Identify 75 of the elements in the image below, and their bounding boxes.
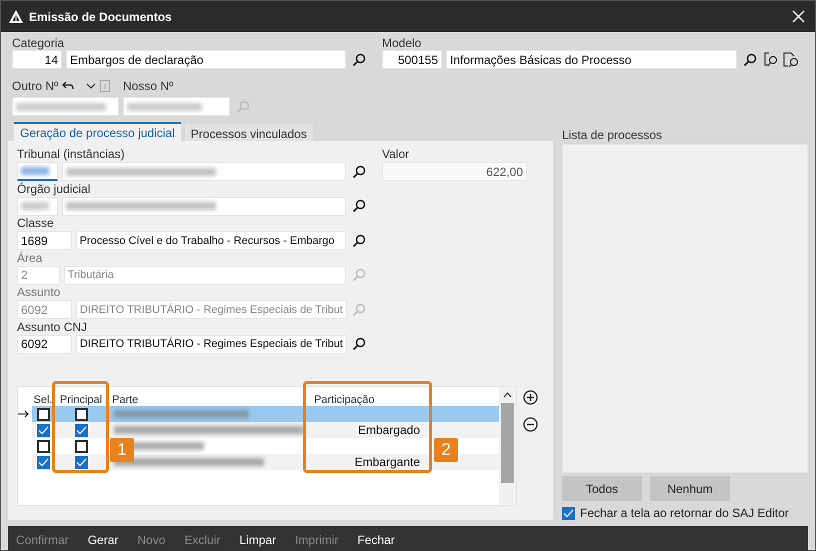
input-field[interactable]: 622,00 <box>382 162 527 181</box>
field-label: Área <box>17 250 44 264</box>
table-row[interactable]: Embargante <box>32 454 499 470</box>
field-label: Órgão judicial <box>17 182 92 196</box>
list-button[interactable]: Nenhum <box>650 476 730 501</box>
toolbar-button[interactable]: Gerar <box>88 532 118 546</box>
table-row[interactable] <box>32 406 499 422</box>
column-header: Participação <box>314 393 375 407</box>
field-label: Valor <box>382 147 410 161</box>
document-search-icon[interactable] <box>783 52 799 68</box>
checkbox[interactable] <box>74 424 88 436</box>
column-header: Principal <box>60 393 102 407</box>
input-field[interactable] <box>17 162 58 181</box>
field-label: Assunto CNJ <box>17 320 88 334</box>
close-icon[interactable] <box>792 10 805 23</box>
blurred-text <box>21 167 49 175</box>
blurred-text <box>21 202 49 210</box>
checkbox[interactable] <box>36 456 50 468</box>
app-logo-icon <box>9 10 23 23</box>
toolbar-button[interactable]: Limpar <box>239 532 276 546</box>
search-icon[interactable] <box>743 52 757 66</box>
search-icon[interactable] <box>352 52 366 66</box>
checkbox-label: Fechar a tela ao retornar do SAJ Editor <box>580 506 789 520</box>
remove-icon[interactable] <box>523 417 538 432</box>
input-field[interactable]: Processo Cível e do Trabalho - Recursos - Embargo <box>76 231 346 250</box>
field-label: Modelo <box>382 36 422 50</box>
checkbox[interactable] <box>36 408 50 420</box>
field-label: Assunto <box>17 285 62 299</box>
toolbar-button[interactable]: Fechar <box>357 532 395 546</box>
chevron-down-icon[interactable] <box>86 82 96 90</box>
add-icon[interactable] <box>523 390 538 405</box>
field-label: Tribunal (instâncias) <box>17 147 126 161</box>
checkbox[interactable] <box>74 456 88 468</box>
input-field[interactable] <box>12 97 119 116</box>
list-label: Lista de processos <box>562 128 664 142</box>
checkbox[interactable] <box>74 408 88 420</box>
input-field[interactable] <box>17 196 58 216</box>
field-label: Nosso Nº <box>123 79 174 93</box>
search-icon[interactable] <box>352 199 366 213</box>
document-search-icon[interactable] <box>763 52 779 68</box>
callout-number: 1 <box>110 438 134 462</box>
field-label: Classe <box>17 216 55 230</box>
column-header: Sel. <box>34 393 52 407</box>
search-icon[interactable] <box>352 234 366 248</box>
tab[interactable]: Processos vinculados <box>184 124 313 141</box>
search-icon[interactable] <box>352 337 366 351</box>
field-label: Outro Nº <box>12 79 58 93</box>
field-label: Categoria <box>12 36 66 50</box>
checkbox[interactable] <box>36 424 50 436</box>
input-field[interactable] <box>62 196 346 216</box>
checkbox[interactable] <box>562 506 575 520</box>
table-cell: Embargado <box>358 423 420 437</box>
input-field[interactable] <box>123 97 230 116</box>
table-row[interactable]: Embargado <box>32 422 499 438</box>
input-field[interactable]: DIREITO TRIBUTÁRIO - Regimes Especiais de Tribut <box>76 334 347 354</box>
table-cell: Embargante <box>354 455 420 469</box>
column-header: Parte <box>112 393 138 407</box>
undo-icon[interactable] <box>62 81 74 91</box>
current-row-icon <box>18 410 30 418</box>
scrollbar[interactable] <box>499 387 516 505</box>
checkbox[interactable] <box>74 440 88 452</box>
input-field[interactable]: 1689 <box>17 231 72 250</box>
input-field[interactable]: Embargos de declaração <box>66 50 346 69</box>
list-button[interactable]: Todos <box>562 476 642 501</box>
input-field[interactable]: Informações Básicas do Processo <box>446 50 737 69</box>
callout-number: 2 <box>434 438 458 462</box>
checkbox[interactable] <box>36 440 50 452</box>
input-field[interactable] <box>62 162 346 181</box>
tab[interactable]: Geração de processo judicial <box>14 122 181 141</box>
window-title: Emissão de Documentos <box>29 10 173 24</box>
input-field[interactable]: 500155 <box>382 50 442 69</box>
search-icon[interactable] <box>352 164 366 178</box>
input-field[interactable]: 14 <box>12 50 62 69</box>
scroll-up-icon[interactable] <box>503 392 512 398</box>
input-field[interactable]: 6092 <box>17 334 72 354</box>
